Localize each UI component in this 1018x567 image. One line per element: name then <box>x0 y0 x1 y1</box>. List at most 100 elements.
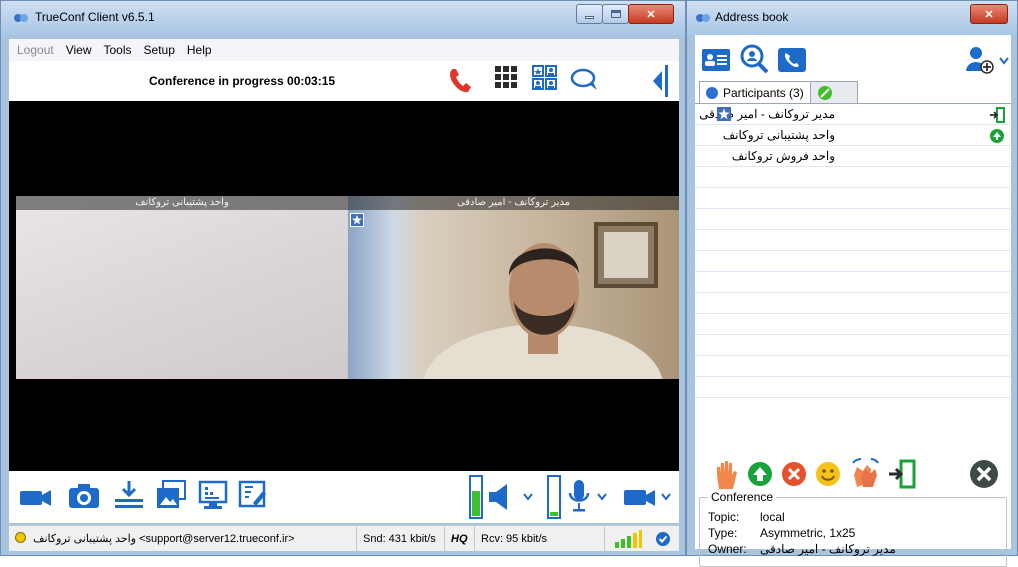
file-transfer-icon[interactable] <box>113 479 145 511</box>
speaker-level-meter <box>469 475 483 519</box>
leave-conference-icon[interactable] <box>887 459 917 489</box>
chevron-down-icon[interactable] <box>661 493 671 501</box>
type-label: Type: <box>708 526 738 540</box>
menu-logout[interactable]: Logout <box>17 43 54 57</box>
hangup-icon[interactable] <box>447 65 475 95</box>
menu-setup[interactable]: Setup <box>144 43 175 57</box>
menu-view[interactable]: View <box>66 43 92 57</box>
empty-row <box>695 272 1011 293</box>
tab-chat[interactable] <box>809 81 858 103</box>
main-titlebar[interactable]: TrueConf Client v6.5.1 ✕ <box>1 1 685 35</box>
contact-card-icon[interactable] <box>701 47 731 73</box>
list-item[interactable]: مدیر تروکانف - امیر صادقی <box>695 104 1011 125</box>
end-conference-icon[interactable] <box>969 459 999 489</box>
remove-icon[interactable] <box>781 461 807 487</box>
video-tile-support[interactable]: واحد پشتیبانی تروکانف <box>16 196 348 379</box>
microphone-icon[interactable] <box>567 479 591 513</box>
applause-icon[interactable] <box>849 457 881 489</box>
receive-rate: Rcv: 95 kbit/s <box>475 526 605 552</box>
menu-help[interactable]: Help <box>187 43 212 57</box>
conference-topic: Topic: local <box>708 510 785 524</box>
chevron-down-icon[interactable] <box>597 493 607 501</box>
empty-row <box>695 230 1011 251</box>
participants-tab-icon <box>706 86 718 99</box>
leave-conference-icon[interactable] <box>989 107 1005 123</box>
participant-actions <box>695 453 1011 493</box>
empty-row <box>695 188 1011 209</box>
video-area: واحد پشتیبانی تروکانف مدیر تروکانف - امی… <box>9 101 679 471</box>
collapse-panel-icon[interactable] <box>651 65 671 97</box>
chevron-down-icon[interactable] <box>999 57 1009 65</box>
conference-info: Conference Topic: local Type: Asymmetric, … <box>699 490 1007 567</box>
signal-strength-icon <box>615 530 642 548</box>
quality-badge: HQ <box>445 526 475 552</box>
main-window: TrueConf Client v6.5.1 ✕ Logout View Too… <box>0 0 686 556</box>
address-book-titlebar[interactable]: Address book ✕ <box>687 1 1017 35</box>
menu-tools[interactable]: Tools <box>104 43 132 57</box>
address-book-body: Participants (3) مدیر تروکانف - امیر صاد… <box>695 35 1011 567</box>
search-contact-icon[interactable] <box>739 43 769 75</box>
send-rate: Snd: 431 kbit/s <box>357 526 445 552</box>
media-toolbar <box>9 471 679 523</box>
menu-bar: Logout View Tools Setup Help <box>9 39 679 61</box>
conference-status: Conference in progress 00:03:15 <box>149 74 336 88</box>
trueconf-logo-icon <box>14 14 28 22</box>
list-item[interactable]: واحد فروش تروکانف <box>695 146 1011 167</box>
smile-icon[interactable] <box>815 461 841 487</box>
camera-toggle-icon[interactable] <box>623 485 657 509</box>
promote-icon[interactable] <box>747 461 773 487</box>
empty-row <box>695 293 1011 314</box>
type-value: Asymmetric, 1x25 <box>760 526 856 540</box>
add-participant-icon[interactable] <box>965 45 997 75</box>
owner-value: مدیر تروکانف - امیر صادقی <box>760 542 896 556</box>
address-book-title: Address book <box>715 10 789 24</box>
owner-star-icon <box>717 107 731 121</box>
user-status-icon <box>15 532 26 543</box>
maximize-button[interactable] <box>602 4 629 24</box>
empty-row <box>695 377 1011 398</box>
empty-row <box>695 251 1011 272</box>
close-button[interactable]: ✕ <box>628 4 674 24</box>
address-book-window: Address book ✕ Participants (3) مدیر ترو… <box>686 0 1018 567</box>
status-contact: واحد پشتیبانی تروکانف <support@server12.… <box>9 526 357 552</box>
empty-row <box>695 314 1011 335</box>
participant-name: واحد فروش تروکانف <box>731 149 835 163</box>
chevron-down-icon[interactable] <box>523 493 533 501</box>
participant-video-frame <box>423 222 663 379</box>
address-book-tabs: Participants (3) <box>699 81 858 103</box>
owner-label: Owner: <box>708 542 747 556</box>
snapshot-icon[interactable] <box>67 481 101 511</box>
participants-list: مدیر تروکانف - امیر صادقی واحد پشتیبانی … <box>695 103 1011 443</box>
status-bar: واحد پشتیبانی تروکانف <support@server12.… <box>9 525 679 552</box>
video-tile-admin[interactable]: مدیر تروکانف - امیر صادقی <box>348 196 679 379</box>
window-title: TrueConf Client v6.5.1 <box>35 10 155 24</box>
slideshow-icon[interactable] <box>155 479 187 511</box>
chat-icon[interactable] <box>569 66 601 94</box>
promote-speaker-icon[interactable] <box>989 128 1005 144</box>
participant-name: واحد پشتیبانی تروکانف <box>722 128 835 142</box>
speaker-icon[interactable] <box>487 483 517 511</box>
raise-hand-icon[interactable] <box>713 459 739 491</box>
call-icon[interactable] <box>777 47 807 73</box>
trueconf-logo-icon <box>696 14 710 22</box>
video-camera-icon[interactable] <box>19 485 53 509</box>
security-shield-icon[interactable] <box>655 531 671 547</box>
whiteboard-icon[interactable] <box>237 479 269 511</box>
tile-caption: واحد پشتیبانی تروکانف <box>16 196 348 210</box>
desktop-sharing-icon[interactable] <box>197 479 229 511</box>
conference-legend: Conference <box>708 490 777 504</box>
address-book-toolbar <box>695 35 1011 81</box>
topic-label: Topic: <box>708 510 740 524</box>
chat-tab-icon <box>817 85 832 100</box>
dialpad-icon[interactable] <box>493 64 519 94</box>
empty-row <box>695 209 1011 230</box>
tab-participants-label: Participants (3) <box>723 85 804 100</box>
layout-grid-icon[interactable] <box>531 64 559 94</box>
address-book-close-button[interactable]: ✕ <box>970 4 1008 24</box>
list-item[interactable]: واحد پشتیبانی تروکانف <box>695 125 1011 146</box>
microphone-level-meter <box>547 475 561 519</box>
tab-participants[interactable]: Participants (3) <box>699 81 811 103</box>
minimize-button[interactable] <box>576 4 603 24</box>
conference-toolbar: Conference in progress 00:03:15 <box>9 61 679 101</box>
topic-value: local <box>760 510 785 524</box>
